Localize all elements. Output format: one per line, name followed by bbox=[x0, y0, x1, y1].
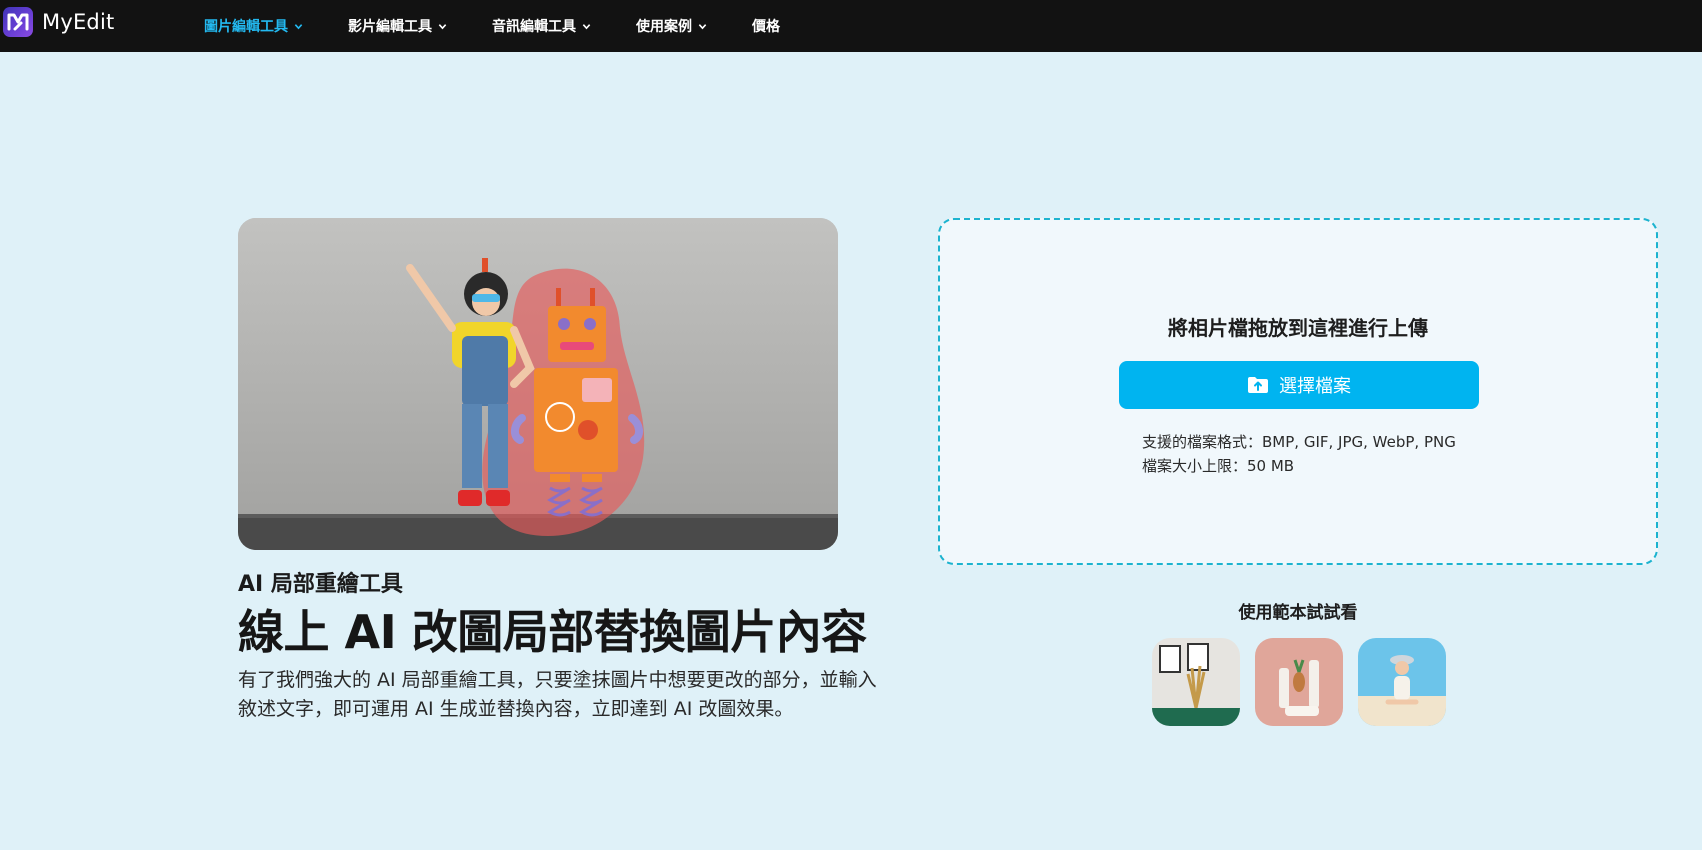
sample-thumbnail-room[interactable] bbox=[1152, 638, 1240, 726]
nav-item-label: 圖片編輯工具 bbox=[204, 19, 288, 35]
sample-thumbnail-beach[interactable] bbox=[1358, 638, 1446, 726]
nav-item-label: 價格 bbox=[752, 19, 780, 35]
nav-item-pricing[interactable]: 價格 bbox=[752, 16, 780, 36]
nav-item-label: 影片編輯工具 bbox=[348, 19, 432, 35]
chevron-down-icon bbox=[294, 23, 303, 29]
upload-requirements: 支援的檔案格式：BMP, GIF, JPG, WebP, PNG 檔案大小上限：… bbox=[1142, 430, 1456, 478]
choose-file-label: 選擇檔案 bbox=[1279, 376, 1351, 397]
hero-image bbox=[238, 218, 838, 550]
nav-item-label: 音訊編輯工具 bbox=[492, 19, 576, 35]
chevron-down-icon bbox=[698, 23, 707, 29]
tool-eyebrow: AI 局部重繪工具 bbox=[238, 572, 403, 597]
sample-thumbnail-cosmetics[interactable] bbox=[1255, 638, 1343, 726]
chevron-down-icon bbox=[438, 23, 447, 29]
drop-instruction: 將相片檔拖放到這裡進行上傳 bbox=[1168, 316, 1428, 340]
top-navbar: MyEdit 圖片編輯工具 影片編輯工具 音訊編輯工具 使用案例 價格 bbox=[0, 0, 1702, 52]
nav-item-image-tools[interactable]: 圖片編輯工具 bbox=[204, 16, 303, 36]
tool-description: 有了我們強大的 AI 局部重繪工具，只要塗抹圖片中想要更改的部分，並輸入敘述文字… bbox=[238, 669, 877, 720]
sample-list bbox=[1152, 638, 1461, 726]
brand-name: MyEdit bbox=[42, 10, 115, 34]
chevron-down-icon bbox=[582, 23, 591, 29]
page-title: 線上 AI 改圖局部替換圖片內容 bbox=[238, 605, 867, 659]
brand-logo[interactable]: MyEdit bbox=[3, 7, 114, 37]
file-size-limit: 檔案大小上限：50 MB bbox=[1142, 457, 1295, 475]
sample-title: 使用範本試試看 bbox=[1238, 603, 1358, 623]
nav-item-label: 使用案例 bbox=[636, 19, 692, 35]
myedit-logo-icon bbox=[3, 7, 33, 37]
nav-item-audio-tools[interactable]: 音訊編輯工具 bbox=[492, 16, 591, 36]
supported-formats: 支援的檔案格式：BMP, GIF, JPG, WebP, PNG bbox=[1142, 433, 1456, 451]
nav-item-video-tools[interactable]: 影片編輯工具 bbox=[348, 16, 447, 36]
choose-file-button[interactable]: 選擇檔案 bbox=[1119, 361, 1479, 409]
folder-upload-icon bbox=[1248, 377, 1268, 393]
main-nav: 圖片編輯工具 影片編輯工具 音訊編輯工具 使用案例 價格 bbox=[204, 0, 825, 52]
nav-item-use-cases[interactable]: 使用案例 bbox=[636, 16, 707, 36]
upload-dropzone[interactable]: 將相片檔拖放到這裡進行上傳 選擇檔案 支援的檔案格式：BMP, GIF, JPG… bbox=[938, 218, 1658, 565]
